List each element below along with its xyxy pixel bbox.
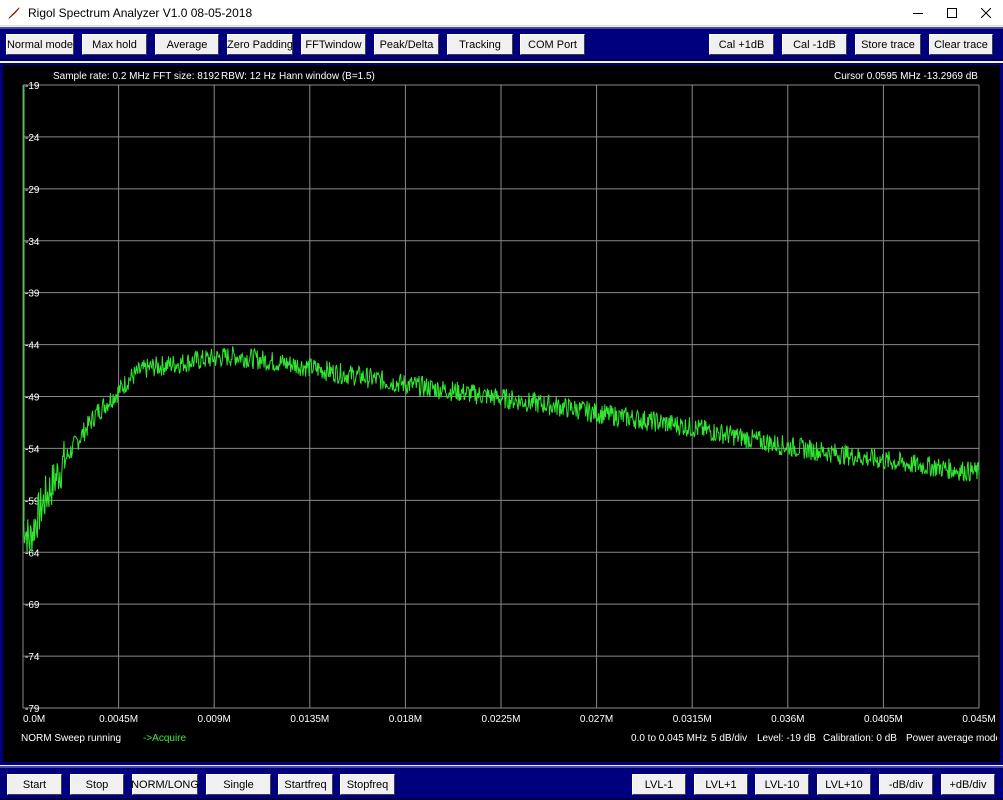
zero-padding-button[interactable]: Zero Padding [227, 34, 293, 55]
cal-plus-1db-button[interactable]: Cal +1dB [709, 34, 774, 55]
spectrum-plot[interactable]: -19-24-29-34-39-44-49-54-59-64-69-74-79 … [3, 65, 1000, 765]
start-button[interactable]: Start [7, 774, 62, 795]
x-tick-label: 0.018M [389, 714, 422, 725]
y-tick-label: -74 [25, 652, 40, 663]
tracking-button[interactable]: Tracking [447, 34, 513, 55]
fft-size-label: FFT size: 8192 [153, 71, 220, 82]
clear-trace-button[interactable]: Clear trace [929, 34, 993, 55]
y-tick-labels: -19-24-29-34-39-44-49-54-59-64-69-74-79 [25, 81, 40, 715]
x-tick-label: 0.045M [962, 714, 995, 725]
lvl-minus-1-button[interactable]: LVL-1 [632, 774, 686, 795]
sample-rate-label: Sample rate: 0.2 MHz [53, 71, 150, 82]
y-tick-label: -39 [25, 289, 40, 300]
norm-long-button[interactable]: NORM/LONG [131, 774, 199, 795]
x-tick-label: 0.0315M [673, 714, 712, 725]
lvl-plus-1-button[interactable]: LVL+1 [694, 774, 748, 795]
startfreq-button[interactable]: Startfreq [278, 774, 333, 795]
x-tick-label: 0.0135M [290, 714, 329, 725]
fft-window-button[interactable]: FFTwindow [301, 34, 366, 55]
cursor-readout: Cursor 0.0595 MHz -13.2969 dB [834, 71, 978, 82]
window-title: Rigol Spectrum Analyzer V1.0 08-05-2018 [28, 5, 253, 20]
lvl-minus-10-button[interactable]: LVL-10 [755, 774, 809, 795]
x-tick-label: 0.0045M [99, 714, 138, 725]
x-tick-label: 0.009M [198, 714, 231, 725]
x-tick-labels: 0.0M 0.0045M 0.009M 0.0135M 0.018M 0.0225M 0.0… [23, 714, 996, 725]
average-button[interactable]: Average [155, 34, 219, 55]
x-tick-label: 0.0405M [864, 714, 903, 725]
y-tick-label: -44 [25, 341, 40, 352]
top-toolbar: Normal mode Max hold Average Zero Paddin… [0, 27, 1003, 61]
store-trace-button[interactable]: Store trace [855, 34, 921, 55]
single-button[interactable]: Single [206, 774, 271, 795]
calibration-label: Calibration: 0 dB [823, 733, 897, 744]
plot-grid [22, 84, 980, 709]
stop-button[interactable]: Stop [70, 774, 124, 795]
x-tick-label: 0.036M [771, 714, 804, 725]
cal-minus-1db-button[interactable]: Cal -1dB [782, 34, 847, 55]
title-bar: Rigol Spectrum Analyzer V1.0 08-05-2018 [0, 0, 1003, 26]
bottom-toolbar: Start Stop NORM/LONG Single Startfreq St… [0, 766, 1003, 800]
rbw-label: RBW: 12 Hz [221, 71, 276, 82]
maximize-icon[interactable] [935, 0, 969, 26]
close-icon[interactable] [969, 0, 1003, 26]
tk-feather-icon [6, 5, 22, 21]
stopfreq-button[interactable]: Stopfreq [340, 774, 395, 795]
x-tick-label: 0.0225M [482, 714, 521, 725]
normal-mode-button[interactable]: Normal mode [6, 34, 74, 55]
peak-delta-button[interactable]: Peak/Delta [374, 34, 439, 55]
x-tick-label: 0.0M [23, 714, 45, 725]
com-port-button[interactable]: COM Port [520, 34, 585, 55]
sweep-status: NORM Sweep running [21, 733, 122, 744]
averaging-mode: Power average mode [906, 733, 997, 744]
y-tick-label: -69 [25, 600, 40, 611]
y-tick-label: -29 [25, 185, 40, 196]
y-tick-label: -49 [25, 393, 40, 404]
acquire-status: ->Acquire [143, 733, 187, 744]
window-label: Hann window (B=1.5) [279, 71, 375, 82]
db-per-div: 5 dB/div [711, 733, 748, 744]
y-tick-label: -54 [25, 444, 40, 455]
minimize-icon[interactable] [901, 0, 935, 26]
lvl-plus-10-button[interactable]: LVL+10 [817, 774, 871, 795]
reference-level: Level: -19 dB [757, 733, 816, 744]
y-tick-label: -19 [25, 81, 40, 92]
y-tick-label: -24 [25, 133, 40, 144]
db-div-plus-button[interactable]: +dB/div [941, 774, 995, 795]
frequency-range: 0.0 to 0.045 MHz [631, 733, 708, 744]
y-tick-label: -34 [25, 237, 40, 248]
spectrum-plot-frame: -19 -24 -29 -34 -39 -44 -49 -54 -59 -64 -69 -74 -79 … [0, 63, 1003, 765]
max-hold-button[interactable]: Max hold [82, 34, 147, 55]
x-tick-label: 0.027M [580, 714, 613, 725]
db-div-minus-button[interactable]: -dB/div [879, 774, 933, 795]
